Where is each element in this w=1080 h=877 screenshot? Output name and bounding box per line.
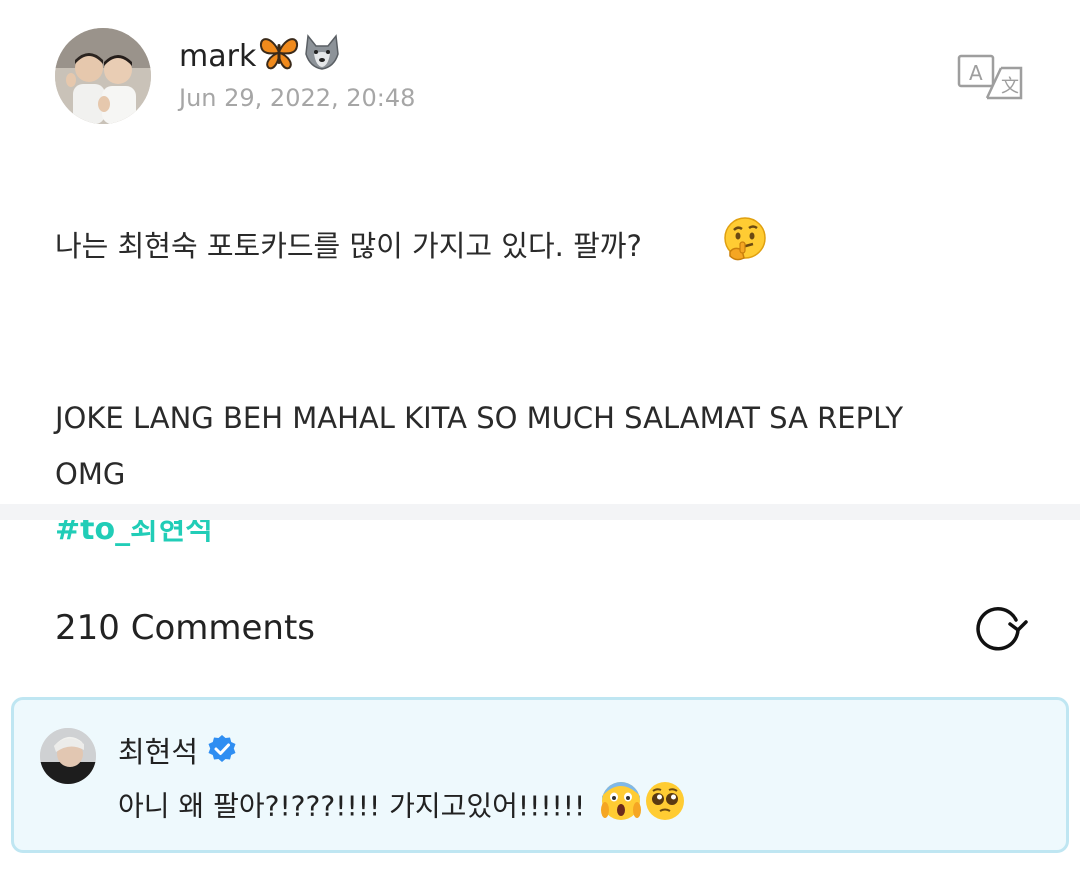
post-body: 나는 최현숙 포토카드를 많이 가지고 있다. 팔까? JOKE LANG BE… <box>55 160 1025 558</box>
author-name-row[interactable]: mark <box>179 34 342 81</box>
scream-emoji-icon <box>600 780 642 835</box>
post-text-line-2: JOKE LANG BEH MAHAL KITA SO MUCH SALAMAT… <box>55 401 904 491</box>
author-avatar[interactable] <box>55 28 151 124</box>
refresh-icon <box>976 607 1028 651</box>
svg-text:A: A <box>969 61 983 85</box>
comment-text: 아니 왜 팔아?!???!!!! 가지고있어!!!!!! <box>118 789 586 823</box>
svg-text:文: 文 <box>1001 76 1019 97</box>
post-date: Jun 29, 2022, 20:48 <box>179 84 416 112</box>
comment-author-avatar[interactable] <box>40 728 96 784</box>
pleading-face-emoji-icon <box>644 780 686 835</box>
author-name: mark <box>179 39 257 74</box>
wolf-emoji-icon <box>302 34 342 81</box>
comment-text-row: 아니 왜 팔아?!???!!!! 가지고있어!!!!!! <box>118 780 686 835</box>
verified-badge-icon <box>206 733 238 775</box>
butterfly-emoji-icon <box>258 34 300 81</box>
post-header: mark Jun 29, 2022, 20:48 A 文 <box>55 28 1025 124</box>
post-text-korean: 나는 최현숙 포토카드를 많이 가지고 있다. 팔까? <box>55 229 642 263</box>
post-text-line-1: 나는 최현숙 포토카드를 많이 가지고 있다. 팔까? <box>55 160 1025 336</box>
highlighted-comment[interactable]: 최현석 아니 왜 팔아?!???!!!! 가지고있어!!!!!! <box>11 697 1069 853</box>
thinking-face-emoji-icon <box>648 160 768 336</box>
comments-count: 210 Comments <box>55 608 315 648</box>
comment-author-row[interactable]: 최현석 <box>118 732 238 775</box>
post-detail-page: mark Jun 29, 2022, 20:48 A 文 나는 최현숙 포토카드… <box>0 0 1080 877</box>
comment-author-name: 최현석 <box>118 735 199 769</box>
translate-button[interactable]: A 文 <box>957 54 1025 102</box>
refresh-button[interactable] <box>970 600 1030 656</box>
section-divider <box>0 504 1080 520</box>
translate-icon: A 文 <box>957 54 1023 100</box>
